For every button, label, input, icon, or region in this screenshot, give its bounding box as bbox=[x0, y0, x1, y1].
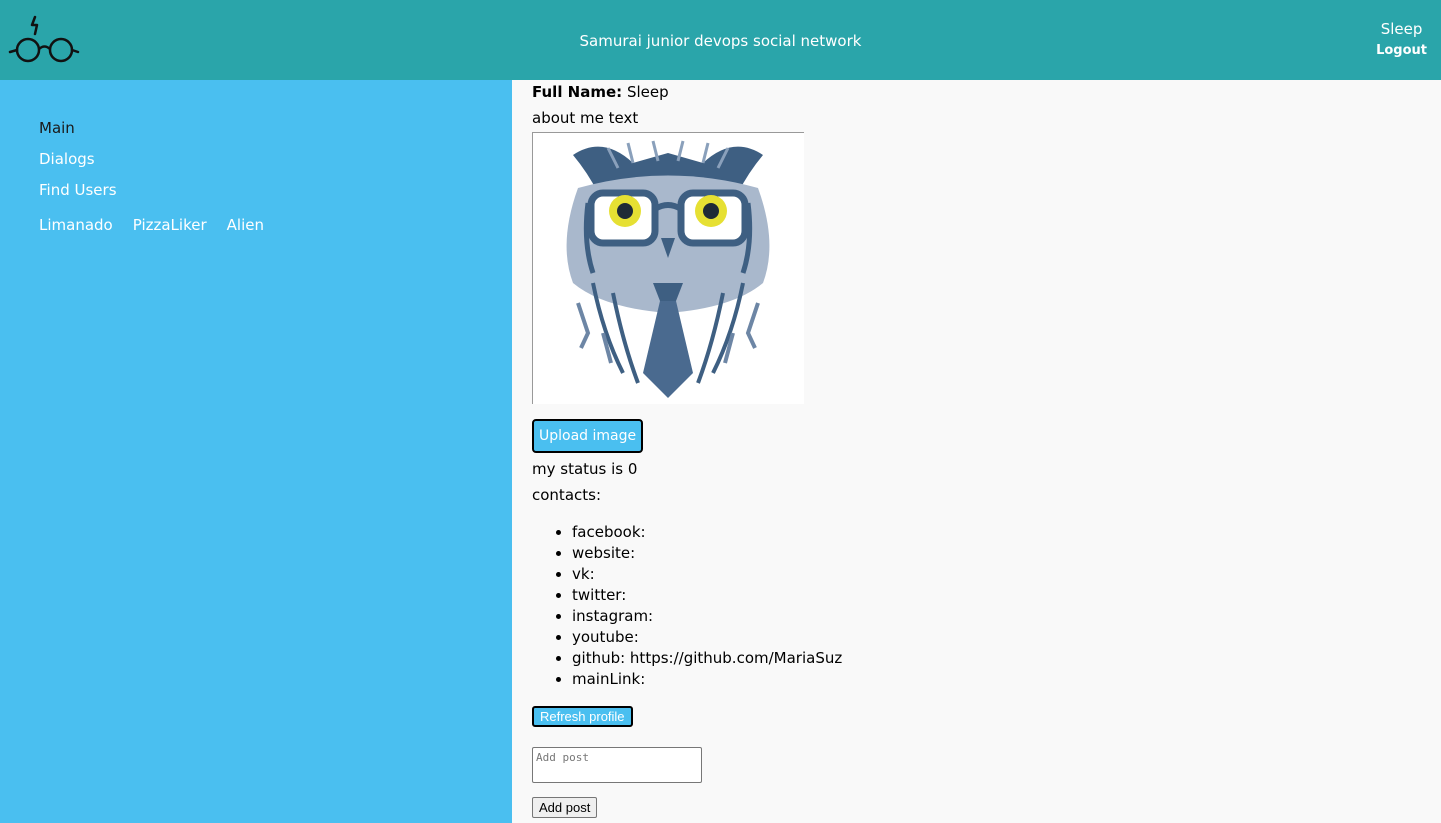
full-name-row: Full Name: Sleep bbox=[532, 83, 669, 101]
contacts-label: contacts: bbox=[532, 486, 602, 504]
contact-twitter: twitter: bbox=[572, 585, 842, 606]
owl-with-glasses-icon bbox=[532, 132, 804, 404]
site-title: Samurai junior devops social network bbox=[579, 32, 862, 50]
add-post-button[interactable]: Add post bbox=[532, 797, 598, 818]
contact-youtube: youtube: bbox=[572, 627, 842, 648]
sidebar-item-find-users[interactable]: Find Users bbox=[39, 180, 117, 200]
logout-button[interactable]: Logout bbox=[1376, 43, 1427, 58]
contacts-list: facebook: website: vk: twitter: instagra… bbox=[572, 522, 842, 690]
login-block: Sleep Logout bbox=[1376, 20, 1427, 58]
contact-facebook: facebook: bbox=[572, 522, 842, 543]
sidebar-nav: Main Dialogs Find Users bbox=[39, 118, 117, 211]
full-name-label: Full Name: bbox=[532, 83, 623, 101]
header: Samurai junior devops social network Sle… bbox=[0, 0, 1441, 80]
refresh-profile-button[interactable]: Refresh profile bbox=[532, 706, 633, 727]
contact-instagram: instagram: bbox=[572, 606, 842, 627]
friend-item[interactable]: PizzaLiker bbox=[133, 216, 207, 234]
about-me: about me text bbox=[532, 109, 639, 127]
contact-mainlink: mainLink: bbox=[572, 669, 842, 690]
add-post-input[interactable] bbox=[532, 747, 702, 783]
friends-list: Limanado PizzaLiker Alien bbox=[39, 216, 264, 234]
sidebar-item-main[interactable]: Main bbox=[39, 118, 117, 138]
status-text: my status is 0 bbox=[532, 460, 638, 478]
login-name: Sleep bbox=[1380, 20, 1423, 38]
friend-item[interactable]: Alien bbox=[227, 216, 264, 234]
upload-image-button[interactable]: Upload image bbox=[532, 419, 644, 453]
full-name-value: Sleep bbox=[626, 83, 669, 101]
contact-vk: vk: bbox=[572, 564, 842, 585]
sidebar-item-dialogs[interactable]: Dialogs bbox=[39, 149, 117, 169]
friend-item[interactable]: Limanado bbox=[39, 216, 113, 234]
contact-github: github: https://github.com/MariaSuz bbox=[572, 648, 842, 669]
sidebar: Main Dialogs Find Users Limanado PizzaLi… bbox=[0, 80, 512, 823]
contact-website: website: bbox=[572, 543, 842, 564]
